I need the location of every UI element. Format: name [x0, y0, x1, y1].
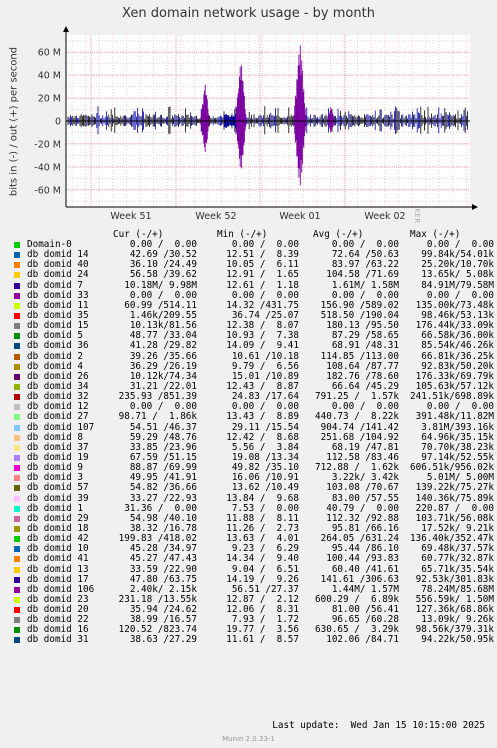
- legend-swatch: [14, 323, 20, 330]
- legend-swatch: [14, 576, 20, 583]
- legend-swatch: [14, 586, 20, 593]
- legend-swatch: [14, 292, 20, 299]
- legend-swatch: [14, 262, 20, 269]
- legend-swatch: [14, 363, 20, 370]
- x-tick-label: Week 51: [110, 211, 151, 222]
- legend-swatch: [14, 394, 20, 401]
- legend-swatch: [14, 617, 20, 624]
- y-tick-label: 40 M: [38, 71, 61, 82]
- legend-swatch: [14, 465, 20, 472]
- legend-name: db domid 57: [27, 482, 89, 494]
- legend-name: db domid 31: [27, 634, 89, 646]
- y-tick-label: 60 M: [38, 48, 61, 59]
- legend-swatch: [14, 383, 20, 390]
- legend-cur: 38.63 /27.29: [129, 634, 197, 646]
- x-axis-arrow: [472, 204, 478, 210]
- x-tick-label: Week 52: [195, 211, 236, 222]
- legend-swatch: [14, 607, 20, 614]
- legend-swatch: [14, 525, 20, 532]
- legend-swatch: [14, 272, 20, 279]
- munin-version: Munin 2.0.33-1: [222, 735, 275, 743]
- legend-max: 139.22k/75.27k: [415, 482, 494, 494]
- legend-swatch: [14, 536, 20, 543]
- legend-swatch: [14, 333, 20, 340]
- legend-swatch: [14, 566, 20, 573]
- y-tick-label: -40 M: [34, 162, 61, 173]
- legend-swatch: [14, 454, 20, 461]
- legend-min: 14.34 / 9.40: [226, 553, 299, 565]
- legend-max: 94.22k/50.95k: [421, 634, 494, 646]
- legend-swatch: [14, 343, 20, 350]
- legend-swatch: [14, 312, 20, 319]
- legend-min: 11.61 / 8.57: [226, 634, 299, 646]
- legend-min: 13.62 /10.49: [231, 482, 299, 494]
- legend-swatch: [14, 596, 20, 603]
- legend-swatch: [14, 556, 20, 563]
- legend-swatch: [14, 373, 20, 380]
- legend-swatch: [14, 353, 20, 360]
- legend-cur: 54.82 /36.66: [129, 482, 197, 494]
- legend-swatch: [14, 485, 20, 492]
- y-axis-arrow: [63, 26, 69, 32]
- y-tick-label: -60 M: [34, 185, 61, 196]
- legend-swatch: [14, 505, 20, 512]
- legend-swatch: [14, 515, 20, 522]
- legend-name: db domid 41: [27, 553, 89, 565]
- legend-swatch: [14, 282, 20, 289]
- legend-swatch: [14, 252, 20, 259]
- x-tick-label: Week 01: [279, 211, 320, 222]
- legend-swatch: [14, 637, 20, 644]
- legend-swatch: [14, 475, 20, 482]
- y-tick-label: 0: [55, 117, 61, 128]
- y-tick-label: -20 M: [34, 139, 61, 150]
- legend-swatch: [14, 495, 20, 502]
- legend-swatch: [14, 404, 20, 411]
- network-usage-chart: 60 M 40 M 20 M 0 -20 M -40 M -60 M Week 51 Week …: [34, 26, 478, 222]
- legend-swatch: [14, 302, 20, 309]
- legend-cur: 45.27 /47.43: [129, 553, 197, 565]
- legend-swatch: [14, 414, 20, 421]
- legend-avg: 100.44 /93.83: [326, 553, 399, 565]
- legend-swatch: [14, 546, 20, 553]
- legend-swatch: [14, 242, 20, 248]
- legend-avg: 103.08 /70.67: [326, 482, 399, 494]
- legend-max: 60.77k/32.87k: [421, 553, 494, 565]
- legend-swatch: [14, 627, 20, 634]
- x-tick-label: Week 02: [364, 211, 405, 222]
- legend-swatch: [14, 444, 20, 451]
- last-update: Last update: Wed Jan 15 10:15:00 2025: [272, 720, 485, 731]
- legend-swatch: [14, 434, 20, 441]
- legend-avg: 102.06 /84.71: [326, 634, 399, 646]
- y-tick-label: 20 M: [38, 94, 61, 105]
- legend-swatch: [14, 424, 20, 431]
